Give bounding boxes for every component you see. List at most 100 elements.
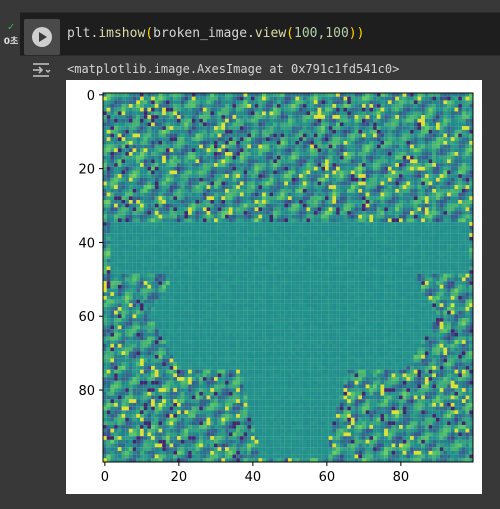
heatmap-cell <box>432 133 437 138</box>
heatmap-cell <box>188 218 192 223</box>
heatmap-cell <box>380 96 385 101</box>
heatmap-cell <box>384 244 388 249</box>
heatmap-cell <box>295 115 300 119</box>
heatmap-cell <box>232 247 237 252</box>
heatmap-cell <box>380 144 385 149</box>
heatmap-cell <box>140 166 144 171</box>
heatmap-cell <box>210 203 215 208</box>
heatmap-cell <box>225 222 229 226</box>
heatmap-cell <box>103 100 107 105</box>
heatmap-cell <box>147 255 152 260</box>
heatmap-cell <box>325 211 329 215</box>
heatmap-cell <box>180 115 185 119</box>
heatmap-cell <box>354 174 359 178</box>
heatmap-cell <box>343 181 348 186</box>
heatmap-cell <box>191 211 196 215</box>
heatmap-cell <box>421 214 425 219</box>
heatmap-cell <box>162 155 166 160</box>
heatmap-cell <box>436 247 440 252</box>
heatmap-cell <box>299 240 303 245</box>
heatmap-cell <box>439 192 444 197</box>
heatmap-cell <box>328 240 333 245</box>
heatmap-cell <box>243 107 248 112</box>
heatmap-cell <box>188 259 192 263</box>
heatmap-cell <box>384 211 388 215</box>
heatmap-cell <box>406 236 411 241</box>
heatmap-cell <box>165 240 170 245</box>
heatmap-cell <box>354 244 359 249</box>
heatmap-cell <box>424 115 429 119</box>
heatmap-cell <box>228 177 233 182</box>
heatmap-cell <box>184 192 189 197</box>
heatmap-cell <box>295 247 300 252</box>
heatmap-cell <box>202 170 207 175</box>
heatmap-cell <box>432 255 437 260</box>
heatmap-cell <box>443 200 448 204</box>
heatmap-cell <box>136 144 141 149</box>
heatmap-cell <box>225 196 229 201</box>
heatmap-cell <box>247 107 252 112</box>
heatmap-cell <box>343 211 348 215</box>
heatmap-cell <box>291 259 296 263</box>
heatmap-cell <box>180 222 185 226</box>
heatmap-cell <box>436 255 440 260</box>
heatmap-cell <box>347 273 351 278</box>
heatmap-cell <box>458 240 462 245</box>
heatmap-cell <box>236 181 240 186</box>
heatmap-cell <box>236 229 240 234</box>
heatmap-cell <box>365 222 370 226</box>
heatmap-cell <box>140 266 144 271</box>
heatmap-cell <box>114 133 118 138</box>
heatmap-cell <box>395 262 400 267</box>
heatmap-cell <box>132 177 137 182</box>
heatmap-cell <box>302 159 307 164</box>
heatmap-cell <box>184 203 189 208</box>
heatmap-cell <box>376 137 381 142</box>
heatmap-cell <box>276 181 281 186</box>
heatmap-cell <box>469 240 474 245</box>
heatmap-cell <box>436 166 440 171</box>
heatmap-cell <box>228 111 233 116</box>
heatmap-cell <box>443 181 448 186</box>
heatmap-cell <box>413 148 418 153</box>
heatmap-cell <box>362 222 366 226</box>
heatmap-cell <box>369 104 374 108</box>
heatmap-cell <box>251 170 255 175</box>
heatmap-cell <box>336 214 340 219</box>
heatmap-cell <box>228 251 233 256</box>
heatmap-cell <box>380 115 385 119</box>
heatmap-cell <box>358 251 363 256</box>
heatmap-cell <box>136 203 141 208</box>
heatmap-cell <box>380 188 385 193</box>
heatmap-cell <box>421 107 425 112</box>
heatmap-cell <box>461 137 466 142</box>
heatmap-cell <box>461 93 466 97</box>
heatmap-cell <box>165 163 170 167</box>
heatmap-cell <box>332 270 337 274</box>
heatmap-cell <box>336 115 340 119</box>
heatmap-cell <box>343 118 348 123</box>
heatmap-cell <box>214 247 218 252</box>
heatmap-cell <box>369 174 374 178</box>
heatmap-cell <box>110 163 115 167</box>
heatmap-cell <box>424 159 429 164</box>
heatmap-cell <box>228 211 233 215</box>
heatmap-cell <box>158 122 163 127</box>
heatmap-cell <box>336 140 340 145</box>
heatmap-cell <box>262 211 266 215</box>
heatmap-cell <box>254 244 259 249</box>
heatmap-cell <box>273 144 277 149</box>
heatmap-cell <box>402 104 407 108</box>
heatmap-cell <box>350 104 355 108</box>
heatmap-cell <box>169 203 174 208</box>
heatmap-cell <box>114 111 118 116</box>
heatmap-cell <box>395 192 400 197</box>
heatmap-cell <box>162 126 166 130</box>
heatmap-cell <box>376 129 381 134</box>
heatmap-cell <box>339 170 344 175</box>
heatmap-cell <box>173 225 178 230</box>
heatmap-cell <box>421 159 425 164</box>
heatmap-cell <box>354 152 359 156</box>
heatmap-cell <box>443 262 448 267</box>
heatmap-cell <box>258 140 263 145</box>
